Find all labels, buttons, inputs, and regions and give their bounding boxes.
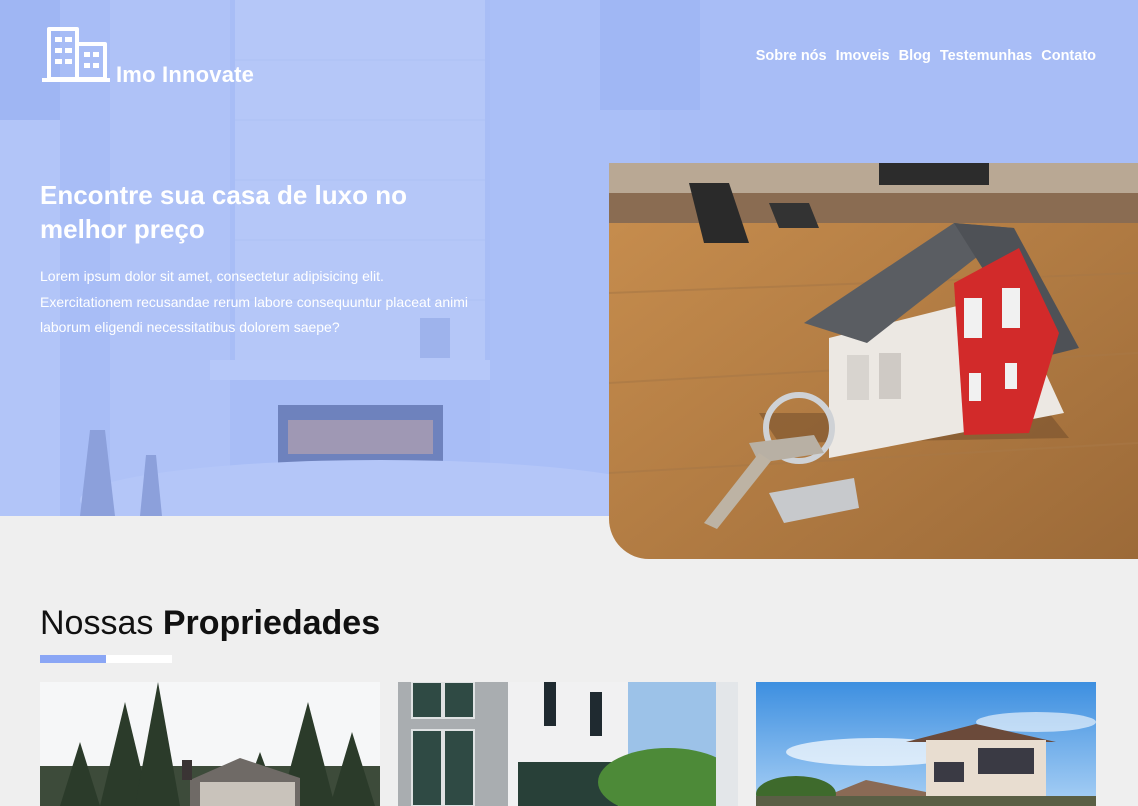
brand-logo[interactable]: Imo Innovate	[40, 26, 254, 87]
section-title-light: Nossas	[40, 604, 154, 642]
main-nav: Sobre nós Imoveis Blog Testemunhas Conta…	[756, 48, 1096, 64]
section-title-propriedades: Nossas Propriedades	[40, 604, 380, 643]
nav-item-contato[interactable]: Contato	[1041, 48, 1096, 64]
suburban-house-photo	[756, 682, 1096, 806]
property-card-1[interactable]	[40, 682, 380, 806]
section-title-underline	[40, 655, 172, 663]
nav-item-sobre-nos[interactable]: Sobre nós	[756, 48, 827, 64]
section-title-bold: Propriedades	[162, 604, 381, 642]
nav-item-imoveis[interactable]: Imoveis	[836, 48, 890, 64]
building-icon	[42, 27, 110, 82]
property-card-2[interactable]	[398, 682, 738, 806]
nav-item-testemunhas[interactable]: Testemunhas	[940, 48, 1032, 64]
modern-glass-building-photo	[398, 682, 738, 806]
nav-item-blog[interactable]: Blog	[899, 48, 931, 64]
brand-name: Imo Innovate	[116, 62, 255, 87]
wooden-house-in-forest-photo	[40, 682, 380, 806]
section-title-underline-accent	[40, 655, 106, 663]
hero-description: Lorem ipsum dolor sit amet, consectetur …	[40, 268, 469, 335]
hero-title: Encontre sua casa de luxo no melhor preç…	[40, 180, 407, 244]
house-model-with-keys-photo	[609, 163, 1138, 559]
property-card-3[interactable]	[756, 682, 1096, 806]
